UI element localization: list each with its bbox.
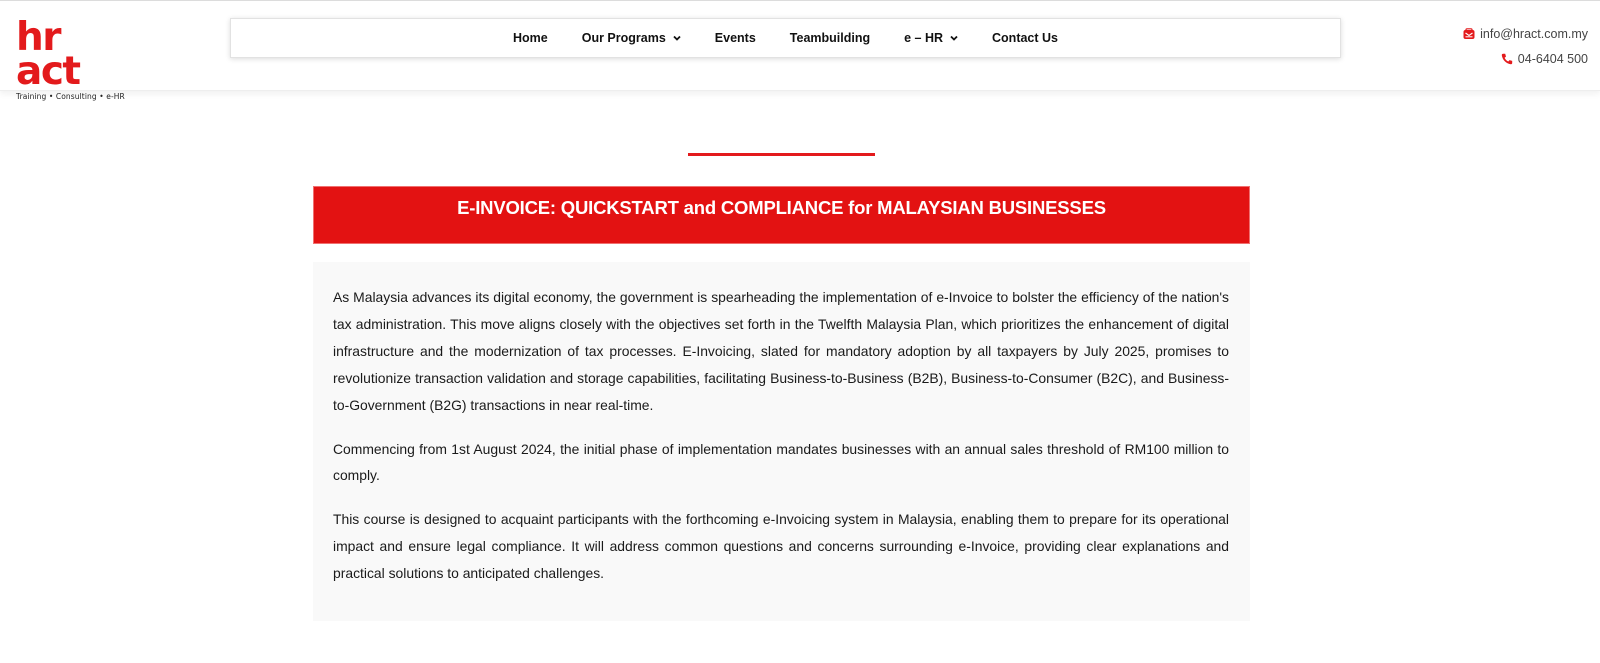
nav-teambuilding[interactable]: Teambuilding [790,31,870,45]
logo[interactable]: hr act Training • Consulting • e-HR [16,18,131,101]
nav-contact-us[interactable]: Contact Us [992,31,1058,45]
phone-text: 04-6404 500 [1517,52,1588,66]
nav-our-programs[interactable]: Our Programs [582,31,681,45]
nav-our-programs-label: Our Programs [581,31,666,45]
email-text: info@hract.com.my [1480,27,1588,41]
email-link[interactable]: info@hract.com.my [1463,25,1588,43]
nav-contact-us-label: Contact Us [992,31,1058,45]
nav-teambuilding-label: Teambuilding [789,31,871,45]
page-title: E-INVOICE: QUICKSTART and COMPLIANCE for… [457,197,1106,218]
nav-e-hr-label: e – HR [904,31,944,45]
logo-tagline: Training • Consulting • e-HR [16,92,125,101]
description-paragraph: This course is designed to acquaint part… [333,511,1229,582]
nav-events[interactable]: Events [715,31,756,45]
envelope-icon [1463,28,1475,40]
nav-events-label: Events [714,31,756,45]
nav-e-hr[interactable]: e – HR [904,31,958,45]
main-nav: Home Our Programs Events Teambuilding e … [230,18,1341,58]
course-title-banner: E-INVOICE: QUICKSTART and COMPLIANCE for… [313,186,1250,244]
phone-link[interactable]: 04-6404 500 [1463,50,1588,68]
course-description: As Malaysia advances its digital economy… [313,262,1250,621]
site-header: hr act Training • Consulting • e-HR Home… [0,0,1600,101]
chevron-down-icon [673,34,681,42]
phone-icon [1501,53,1513,65]
nav-home-label: Home [512,31,548,45]
logo-wordmark: hr act [16,15,81,94]
chevron-down-icon [950,34,958,42]
description-paragraph: As Malaysia advances its digital economy… [333,289,1229,413]
nav-home[interactable]: Home [513,31,548,45]
contact-info: info@hract.com.my 04-6404 500 [1463,25,1588,68]
section-divider [688,153,875,156]
description-paragraph: Commencing from 1st August 2024, the ini… [333,440,1229,484]
